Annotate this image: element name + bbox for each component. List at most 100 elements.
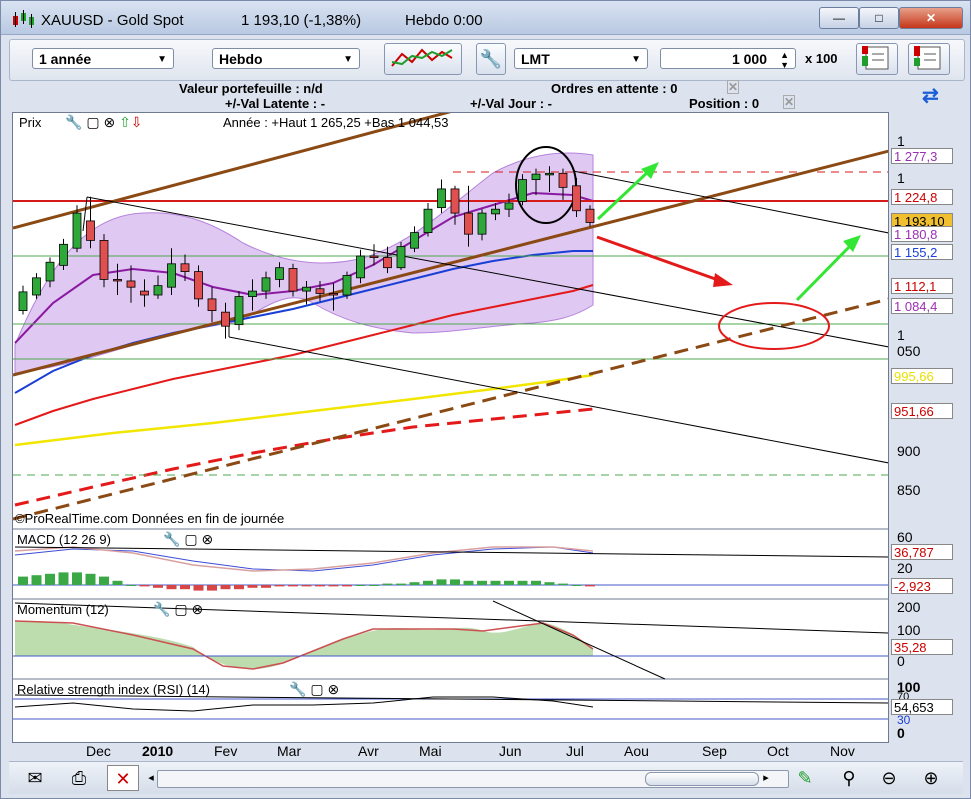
order-type-select[interactable]: LMT ▼ bbox=[514, 48, 648, 69]
candle-up bbox=[32, 277, 41, 296]
macd-histogram-bar bbox=[207, 585, 217, 591]
candle-down bbox=[113, 278, 122, 282]
chart-area: Prix 🔧 ▢ ⊗ ⇧⇩ Année : +Haut 1 265,25 +Ba… bbox=[12, 112, 953, 743]
candle-down bbox=[450, 188, 460, 214]
green-up-arrow bbox=[596, 167, 653, 221]
order-type-value: LMT bbox=[521, 51, 550, 67]
close-icon[interactable]: ✕ bbox=[727, 80, 740, 94]
candle-down bbox=[329, 293, 338, 296]
refresh-icon[interactable]: ⇄ bbox=[922, 83, 939, 108]
down-icon[interactable]: ⇩ bbox=[131, 114, 143, 130]
macd-histogram-bar bbox=[585, 585, 595, 587]
range-select[interactable]: 1 année ▼ bbox=[32, 48, 174, 69]
macd-histogram-bar bbox=[274, 585, 285, 587]
candle-up bbox=[342, 275, 352, 296]
zoom-in-icon[interactable]: ⊕ bbox=[915, 765, 947, 791]
macd-histogram-bar bbox=[382, 583, 393, 585]
macd-histogram-bar bbox=[126, 585, 136, 586]
drawing-tools-icon[interactable]: ✎ bbox=[789, 765, 821, 791]
quantity-stepper[interactable]: 1 000 ▲ ▼ bbox=[660, 48, 796, 70]
macd-histogram-bar bbox=[18, 576, 28, 585]
momentum-panel bbox=[13, 600, 888, 680]
zoom-out-icon[interactable]: ⊖ bbox=[873, 765, 905, 791]
macd-histogram-bar bbox=[517, 580, 528, 585]
panel-tools[interactable]: 🔧 ▢ ⊗ bbox=[289, 681, 339, 698]
candle-up bbox=[45, 261, 55, 282]
candle-down bbox=[86, 220, 95, 241]
spin-icon[interactable]: ▲ ▼ bbox=[780, 50, 789, 70]
price-tag: 1 112,1 bbox=[891, 278, 953, 294]
buy-order-button[interactable] bbox=[856, 43, 898, 75]
x-tick-label: Jul bbox=[566, 743, 584, 759]
macd-histogram-bar bbox=[504, 580, 514, 585]
momentum-panel-label: Momentum (12) bbox=[17, 602, 109, 617]
panel-tools[interactable]: 🔧 ▢ ⊗ bbox=[163, 531, 213, 548]
app-window: XAUUSD - Gold Spot 1 193,10 (-1,38%) Heb… bbox=[0, 0, 971, 799]
close-button[interactable]: ✕ bbox=[899, 7, 963, 29]
macd-histogram-bar bbox=[490, 580, 501, 585]
candle-up bbox=[302, 286, 311, 292]
sell-order-button[interactable] bbox=[908, 43, 950, 75]
window-quote: 1 193,10 (-1,38%) bbox=[241, 12, 362, 29]
candle-down bbox=[207, 298, 217, 311]
maximize-button[interactable]: □ bbox=[859, 7, 899, 29]
x-tick-label: Dec bbox=[86, 743, 111, 759]
candle-up bbox=[153, 285, 163, 296]
y-tick-label: 100 bbox=[897, 622, 921, 638]
y-tick-label: 900 bbox=[897, 443, 921, 459]
order-settings-button[interactable]: 🔧 bbox=[476, 43, 506, 75]
chevron-down-icon: ▼ bbox=[343, 54, 353, 65]
macd-histogram-bar bbox=[58, 572, 69, 585]
macd-histogram-bar bbox=[315, 585, 325, 587]
price-tag: 1 180,8 bbox=[891, 226, 953, 242]
zoom-auto-icon[interactable]: ⚲ bbox=[833, 765, 865, 791]
macd-histogram-bar bbox=[193, 585, 204, 591]
candle-up bbox=[518, 179, 527, 202]
candle-up bbox=[167, 263, 176, 288]
candle-down bbox=[464, 212, 473, 235]
macd-histogram-bar bbox=[220, 585, 231, 590]
macd-histogram-bar bbox=[31, 575, 42, 585]
macd-histogram-bar bbox=[328, 585, 339, 587]
disconnect-icon[interactable]: ✕ bbox=[107, 765, 139, 791]
x-tick-label: Jun bbox=[499, 743, 522, 759]
macd-histogram-bar bbox=[463, 580, 474, 585]
candle-down bbox=[558, 172, 568, 188]
candle-up bbox=[545, 172, 554, 176]
x-axis: Dec 2010 Fev Mar Avr Mai Jun Jul Aou Sep… bbox=[12, 743, 887, 761]
x-tick-label: Fev bbox=[214, 743, 238, 759]
y-tick-label: 850 bbox=[897, 482, 921, 498]
panel-tools[interactable]: 🔧 ▢ ⊗ bbox=[153, 601, 203, 618]
indicators-button[interactable] bbox=[384, 43, 462, 75]
x-tick-label: Nov bbox=[830, 743, 855, 759]
horizontal-scrollbar[interactable] bbox=[157, 770, 789, 788]
envelope-icon[interactable]: ✉ bbox=[19, 765, 51, 791]
panel-tools[interactable]: 🔧 ▢ ⊗ ⇧⇩ bbox=[65, 114, 143, 131]
macd-histogram-bar bbox=[558, 583, 568, 585]
candle-down bbox=[194, 271, 203, 300]
price-tag: 1 155,2 bbox=[891, 244, 953, 260]
scroll-right-icon[interactable]: ▸ bbox=[757, 765, 775, 791]
multiplier-label: x 100 bbox=[805, 51, 838, 66]
candle-down bbox=[315, 288, 325, 294]
timeframe-select[interactable]: Hebdo ▼ bbox=[212, 48, 360, 69]
minimize-button[interactable]: — bbox=[819, 7, 859, 29]
macd-histogram-bar bbox=[85, 573, 96, 585]
candle-up bbox=[18, 291, 28, 312]
price-panel-overlays bbox=[13, 113, 888, 521]
macd-histogram-bar bbox=[247, 585, 258, 588]
candle-down bbox=[369, 255, 379, 258]
macd-histogram-bar bbox=[139, 585, 150, 587]
candle-down bbox=[140, 290, 149, 296]
close-icon[interactable]: ✕ bbox=[783, 95, 796, 109]
candle-down bbox=[180, 263, 190, 273]
quantity-value: 1 000 bbox=[731, 51, 767, 67]
scroll-thumb[interactable] bbox=[645, 772, 759, 786]
x-tick-label: Aou bbox=[624, 743, 649, 759]
target-ellipse bbox=[718, 302, 830, 350]
copyright-note: ©ProRealTime.com Données en fin de journ… bbox=[15, 511, 285, 526]
print-icon[interactable]: ⎙ bbox=[63, 765, 95, 791]
up-icon[interactable]: ⇧ bbox=[119, 114, 131, 130]
candle-up bbox=[275, 267, 284, 280]
price-tag: 1 224,8 bbox=[891, 189, 953, 205]
